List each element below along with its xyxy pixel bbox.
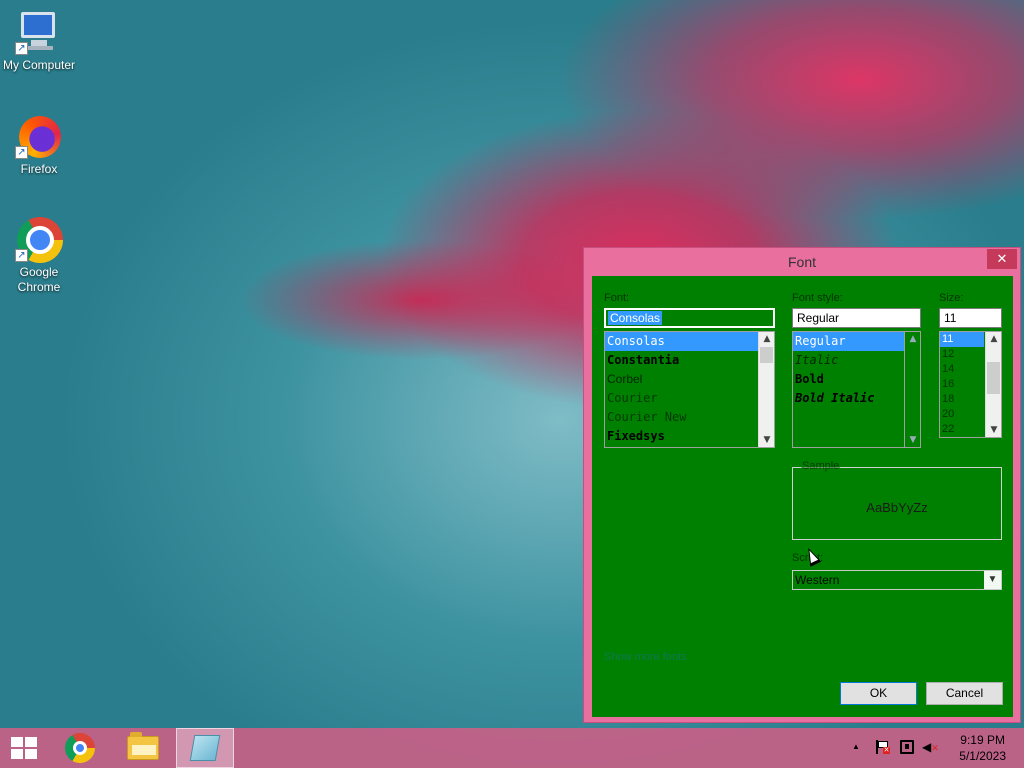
volume-muted-icon[interactable]: ◀✕: [922, 740, 939, 754]
script-dropdown[interactable]: Western ▼: [792, 570, 1002, 590]
list-item[interactable]: Italic: [793, 351, 920, 370]
scroll-up-icon[interactable]: ▲: [905, 332, 920, 346]
desktop-icon-label: Google Chrome: [17, 265, 61, 294]
action-center-flag-icon[interactable]: ✕: [876, 740, 890, 754]
clock-date: 5/1/2023: [959, 749, 1006, 763]
desktop-icon-google-chrome[interactable]: ↗ Google Chrome: [0, 215, 78, 295]
sample-label: Sample: [801, 460, 841, 472]
firefox-icon: ↗: [15, 112, 63, 160]
network-icon[interactable]: [900, 740, 914, 754]
list-item[interactable]: Courier: [605, 389, 774, 408]
start-button[interactable]: [0, 728, 58, 768]
taskbar-file-explorer[interactable]: [114, 728, 172, 768]
scroll-thumb[interactable]: [760, 347, 773, 363]
system-tray: ▲ ✕ ◀✕: [846, 728, 946, 768]
font-name-list[interactable]: Consolas Constantia Corbel Courier Couri…: [604, 331, 775, 448]
scroll-up-icon[interactable]: ▲: [759, 332, 774, 346]
list-item[interactable]: Regular: [793, 332, 920, 351]
desktop-icon-firefox[interactable]: ↗ Firefox: [0, 112, 78, 177]
list-item[interactable]: 11: [940, 332, 984, 347]
desktop-icon-label: Firefox: [20, 162, 58, 176]
font-name-value: Consolas: [608, 311, 663, 325]
list-item[interactable]: Bold Italic: [793, 389, 920, 408]
scroll-down-icon[interactable]: ▼: [986, 423, 1001, 437]
desktop-icon-label: My Computer: [2, 58, 76, 72]
taskbar-chrome[interactable]: [54, 728, 112, 768]
taskbar-notepad[interactable]: [176, 728, 234, 768]
size-label: Size:: [939, 292, 964, 304]
notepad-icon: [189, 735, 221, 761]
close-button[interactable]: ✕: [987, 249, 1017, 269]
desktop-icon-my-computer[interactable]: ↗ My Computer: [0, 8, 78, 73]
style-list-scrollbar[interactable]: ▲ ▼: [904, 332, 920, 447]
font-style-input[interactable]: Regular: [792, 308, 921, 328]
list-item[interactable]: Bold: [793, 370, 920, 389]
close-icon: ✕: [996, 251, 1008, 266]
windows-logo-icon: [11, 737, 37, 759]
list-item[interactable]: Fixedsys: [605, 427, 774, 446]
sample-preview-text: AaBbYyZz: [866, 500, 928, 515]
scroll-down-icon[interactable]: ▼: [905, 433, 920, 447]
folder-icon: [127, 732, 159, 760]
show-more-fonts-link[interactable]: Show more fonts: [604, 651, 687, 663]
size-list[interactable]: 11 12 14 16 18 20 22 ▲ ▼: [939, 331, 1002, 438]
list-item[interactable]: Courier New: [605, 408, 774, 427]
size-list-scrollbar[interactable]: ▲ ▼: [985, 332, 1001, 437]
dialog-title: Font: [787, 254, 816, 270]
font-style-label: Font style:: [792, 292, 843, 304]
font-label: Font:: [604, 292, 630, 304]
dialog-client-area: Font: Consolas Consolas Constantia Corbe…: [592, 276, 1013, 717]
ok-button[interactable]: OK: [840, 682, 917, 705]
taskbar: ▲ ✕ ◀✕ 9:19 PM 5/1/2023: [0, 728, 1024, 768]
script-value: Western: [795, 573, 840, 587]
chrome-icon: [65, 733, 95, 763]
size-input[interactable]: 11: [939, 308, 1002, 328]
show-hidden-icons-chevron[interactable]: ▲: [852, 742, 860, 751]
list-item[interactable]: Consolas: [605, 332, 774, 351]
font-style-list[interactable]: Regular Italic Bold Bold Italic ▲ ▼: [792, 331, 921, 448]
list-item[interactable]: Corbel: [605, 370, 774, 389]
cancel-button[interactable]: Cancel: [926, 682, 1003, 705]
computer-icon: ↗: [15, 8, 63, 56]
clock[interactable]: 9:19 PM 5/1/2023: [959, 732, 1006, 764]
scroll-thumb[interactable]: [987, 362, 1000, 394]
clock-time: 9:19 PM: [960, 733, 1005, 747]
scroll-down-icon[interactable]: ▼: [759, 433, 774, 447]
scroll-up-icon[interactable]: ▲: [986, 332, 1001, 346]
font-dialog: Font ✕ Font: Consolas Consolas Constanti…: [583, 247, 1021, 723]
font-name-input[interactable]: Consolas: [604, 308, 775, 328]
list-item[interactable]: Constantia: [605, 351, 774, 370]
font-list-scrollbar[interactable]: ▲ ▼: [758, 332, 774, 447]
sample-group: Sample AaBbYyZz: [792, 460, 1002, 540]
chevron-down-icon[interactable]: ▼: [984, 571, 1001, 589]
chrome-icon: ↗: [15, 215, 63, 263]
